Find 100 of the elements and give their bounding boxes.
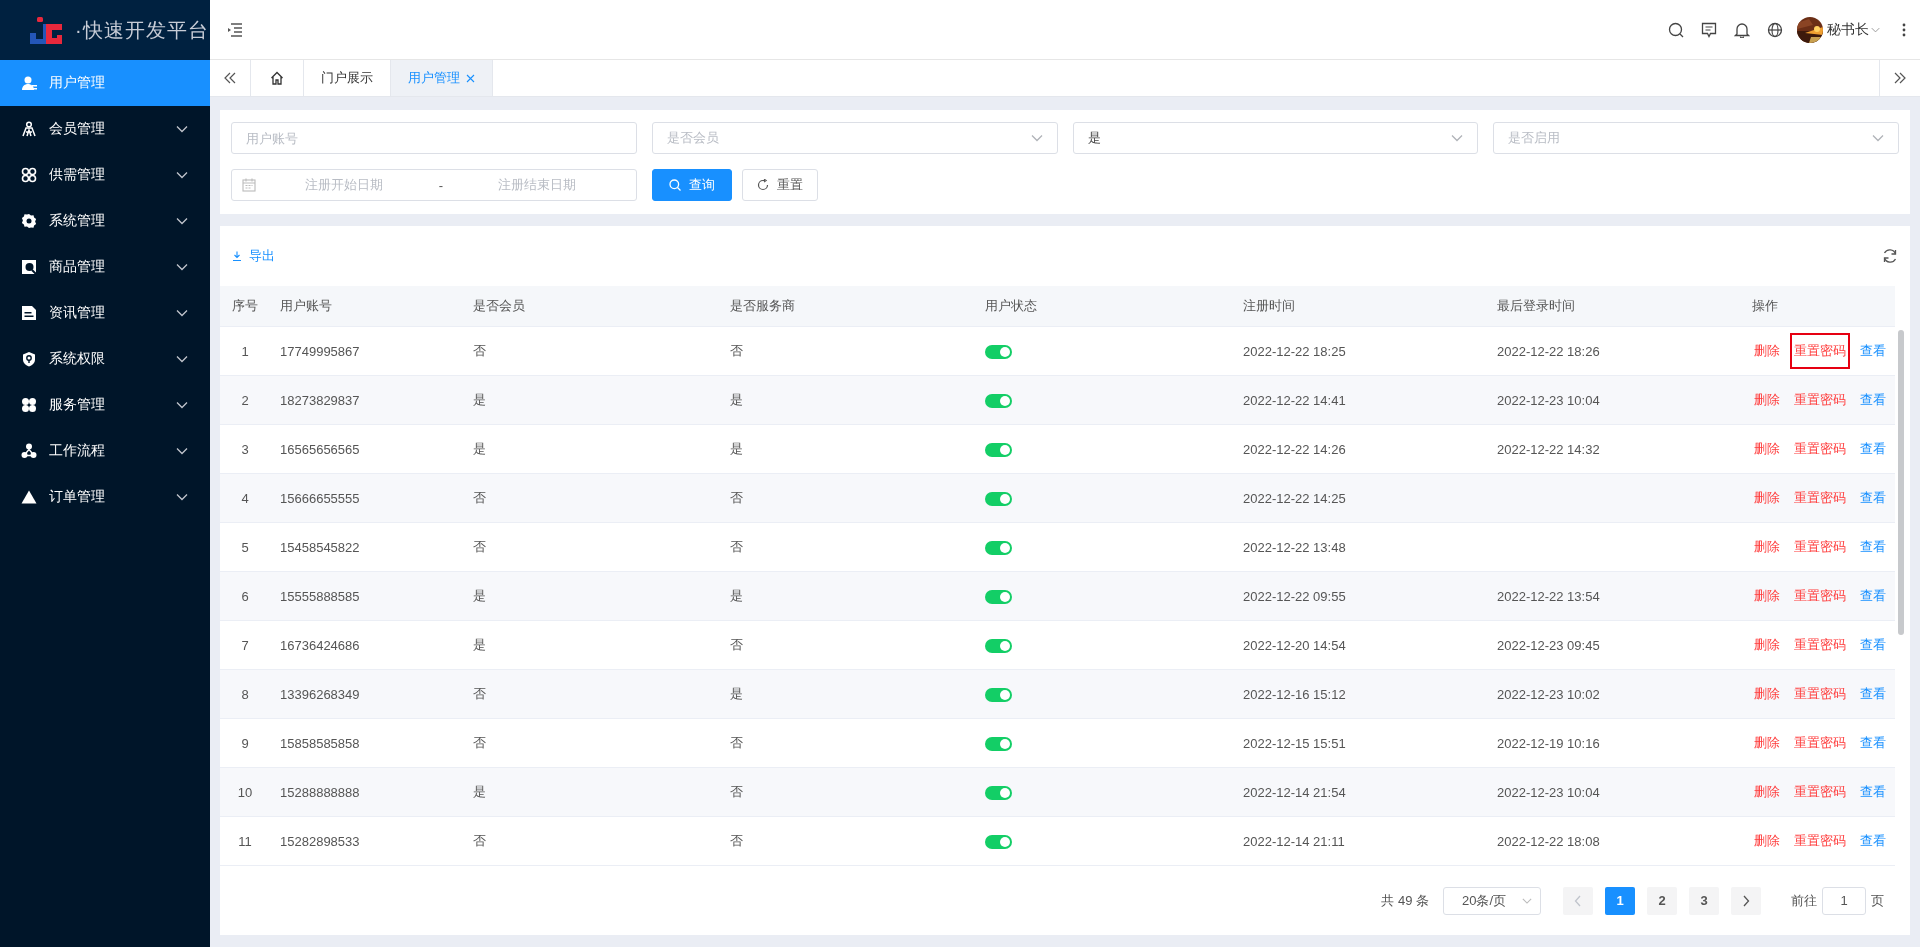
toggle-switch[interactable] [985, 687, 1012, 702]
select-field[interactable]: 是否启用 [1493, 122, 1899, 154]
action-link[interactable]: 重置密码 [1792, 629, 1848, 661]
chevron-down-icon [176, 309, 188, 317]
toggle-switch[interactable] [985, 638, 1012, 653]
page-input[interactable]: 1 [1822, 886, 1866, 915]
action-link[interactable]: 重置密码 [1792, 678, 1848, 710]
column-header: 用户状态 [975, 286, 1233, 327]
action-link[interactable]: 查看 [1858, 580, 1888, 612]
toggle-switch[interactable] [985, 834, 1012, 849]
action-link[interactable]: 重置密码 [1792, 433, 1848, 465]
table-cell: 11 [220, 816, 270, 866]
toggle-switch[interactable] [985, 393, 1012, 408]
refresh-icon[interactable] [1882, 248, 1898, 264]
sidebar-item[interactable]: 供需管理 [0, 152, 210, 198]
page-button[interactable]: 1 [1605, 886, 1635, 915]
table-cell: 2 [220, 375, 270, 425]
sidebar-item[interactable]: 工作流程 [0, 428, 210, 474]
toggle-switch[interactable] [985, 785, 1012, 800]
action-link[interactable]: 查看 [1858, 727, 1888, 759]
action-link[interactable]: 查看 [1858, 384, 1888, 416]
chevron-down-icon [176, 493, 188, 501]
sidebar-item[interactable]: 订单管理 [0, 474, 210, 520]
action-link[interactable]: 删除 [1752, 580, 1782, 612]
toggle-switch[interactable] [985, 540, 1012, 555]
action-link[interactable]: 查看 [1858, 825, 1888, 857]
action-link[interactable]: 删除 [1752, 531, 1782, 563]
table-cell: 2022-12-22 13:48 [1233, 522, 1487, 572]
action-link[interactable]: 删除 [1752, 335, 1782, 367]
sidebar-item[interactable]: 资讯管理 [0, 290, 210, 336]
chevron-down-icon [1030, 134, 1043, 142]
message-icon[interactable] [1701, 21, 1717, 38]
menu-icon[interactable] [227, 22, 243, 37]
action-link[interactable]: 查看 [1858, 678, 1888, 710]
table-cell: 2022-12-22 14:32 [1487, 424, 1742, 474]
action-link[interactable]: 重置密码 [1792, 727, 1848, 759]
toggle-switch[interactable] [985, 442, 1012, 457]
gear-icon [21, 213, 37, 229]
toggle-switch[interactable] [985, 736, 1012, 751]
table-cell: 2022-12-22 14:26 [1233, 424, 1487, 474]
magnifier-icon [21, 259, 37, 275]
table-cell: 是 [720, 424, 975, 474]
action-link[interactable]: 重置密码 [1792, 825, 1848, 857]
user-name[interactable]: 秘书长 [1827, 20, 1869, 39]
select-field[interactable]: 是否会员 [651, 122, 1058, 154]
action-link[interactable]: 删除 [1752, 433, 1782, 465]
action-link[interactable]: 删除 [1752, 482, 1782, 514]
action-link[interactable]: 重置密码 [1792, 335, 1848, 367]
select-field[interactable]: 是 [1072, 122, 1479, 154]
scrollbar[interactable] [1898, 330, 1904, 635]
action-link[interactable]: 重置密码 [1792, 482, 1848, 514]
sidebar-item[interactable]: 服务管理 [0, 382, 210, 428]
chevron-right-icon [1742, 894, 1750, 907]
action-link[interactable]: 重置密码 [1792, 776, 1848, 808]
action-link[interactable]: 查看 [1858, 482, 1888, 514]
action-link[interactable]: 删除 [1752, 384, 1782, 416]
date-range-field[interactable]: 注册开始日期 - 注册结束日期 [231, 169, 637, 201]
toggle-switch[interactable] [985, 344, 1012, 359]
sidebar-item[interactable]: 会员管理 [0, 106, 210, 152]
export-link[interactable]: 导出 [232, 247, 275, 265]
action-link[interactable]: 查看 [1858, 433, 1888, 465]
tab[interactable]: 用户管理 [391, 60, 493, 96]
more-icon[interactable] [1902, 22, 1906, 37]
action-link[interactable]: 查看 [1858, 335, 1888, 367]
sidebar-item[interactable]: 商品管理 [0, 244, 210, 290]
action-link[interactable]: 重置密码 [1792, 580, 1848, 612]
toggle-switch[interactable] [985, 491, 1012, 506]
page-button[interactable]: 2 [1647, 886, 1677, 915]
action-link[interactable]: 删除 [1752, 629, 1782, 661]
table-cell: 否 [463, 522, 720, 572]
input-field[interactable]: 用户账号 [231, 122, 637, 154]
search-icon[interactable] [1668, 21, 1684, 38]
action-link[interactable]: 查看 [1858, 629, 1888, 661]
action-link[interactable]: 删除 [1752, 825, 1782, 857]
action-link[interactable]: 重置密码 [1792, 384, 1848, 416]
page-button[interactable]: 3 [1689, 886, 1719, 915]
page-size-select[interactable]: 20条/页 [1443, 886, 1541, 915]
table-cell: 2022-12-16 15:12 [1233, 669, 1487, 719]
reset-button[interactable]: 重置 [741, 169, 818, 201]
action-link[interactable]: 删除 [1752, 727, 1782, 759]
close-icon[interactable] [466, 73, 475, 83]
chevron-down-icon [1451, 134, 1464, 142]
action-link[interactable]: 重置密码 [1792, 531, 1848, 563]
table-cell: 2022-12-22 18:08 [1487, 816, 1742, 866]
action-link[interactable]: 删除 [1752, 678, 1782, 710]
bell-icon[interactable] [1734, 21, 1750, 38]
sidebar-item[interactable]: 系统权限 [0, 336, 210, 382]
sidebar-item[interactable]: 用户管理 [0, 60, 210, 106]
action-link[interactable]: 查看 [1858, 776, 1888, 808]
search-button[interactable]: 查询 [651, 169, 732, 201]
globe-icon[interactable] [1767, 21, 1783, 38]
toggle-switch[interactable] [985, 589, 1012, 604]
action-link[interactable]: 查看 [1858, 531, 1888, 563]
next-page-button[interactable] [1731, 886, 1761, 915]
previous-page-button[interactable] [1563, 886, 1593, 915]
table-cell: 否 [720, 473, 975, 523]
table-cell: 2022-12-14 21:54 [1233, 767, 1487, 817]
sidebar-item[interactable]: 系统管理 [0, 198, 210, 244]
circles-icon [21, 167, 37, 183]
action-link[interactable]: 删除 [1752, 776, 1782, 808]
